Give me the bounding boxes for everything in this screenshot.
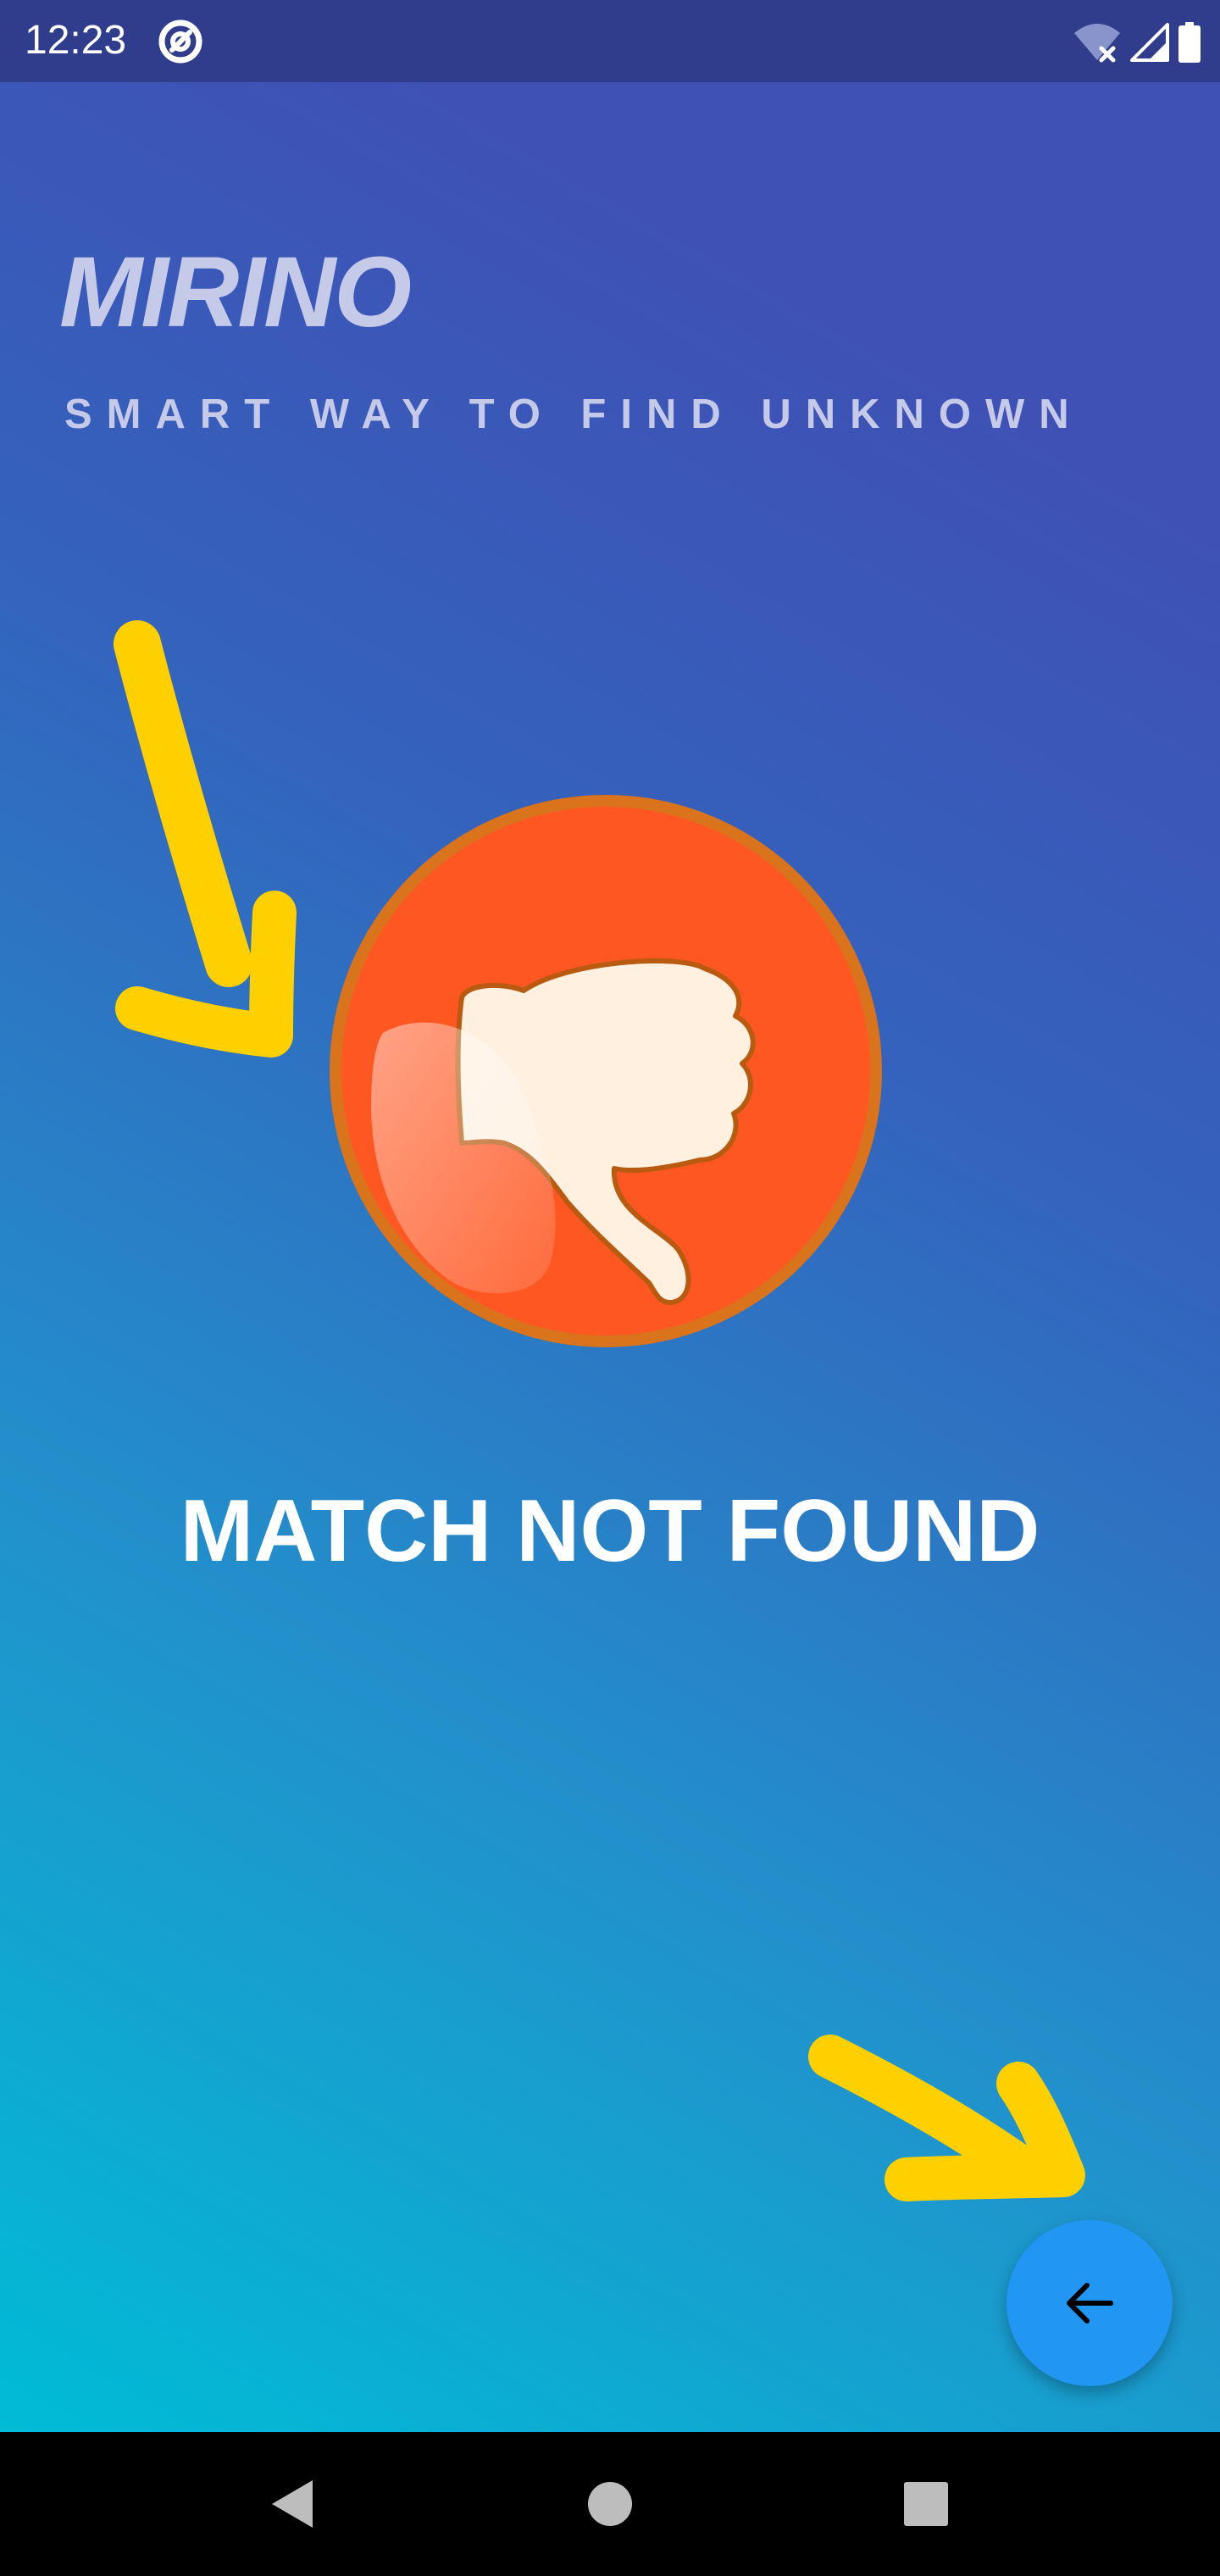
nav-home-button[interactable] [572,2466,648,2542]
status-time: 12:23 [25,18,127,63]
navigation-bar [0,2432,1220,2576]
cellular-signal-icon [1130,23,1169,62]
arrow-back-icon [1067,2283,1113,2323]
app-subtitle: SMART WAY TO FIND UNKNOWN [64,391,1084,437]
status-icons [1073,19,1201,66]
result-message: MATCH NOT FOUND [180,1482,1040,1580]
back-fab-button[interactable] [1006,2220,1173,2386]
home-circle-icon [588,2482,632,2526]
battery-icon [1178,22,1201,63]
wifi-off-icon [1074,24,1120,63]
app-title: MIRINO [59,236,412,348]
thumbs-down-icon [330,795,882,1347]
main-screen: MIRINO SMART WAY TO FIND UNKNOWN MATCH N… [0,82,1220,2432]
app-notification-icon [158,19,202,64]
status-bar: 12:23 [0,0,1220,82]
recents-square-icon [904,2482,948,2526]
nav-recents-button[interactable] [888,2466,964,2542]
back-triangle-icon [272,2480,313,2528]
nav-back-button[interactable] [254,2466,330,2542]
annotation-arrow-icon [114,620,297,1058]
